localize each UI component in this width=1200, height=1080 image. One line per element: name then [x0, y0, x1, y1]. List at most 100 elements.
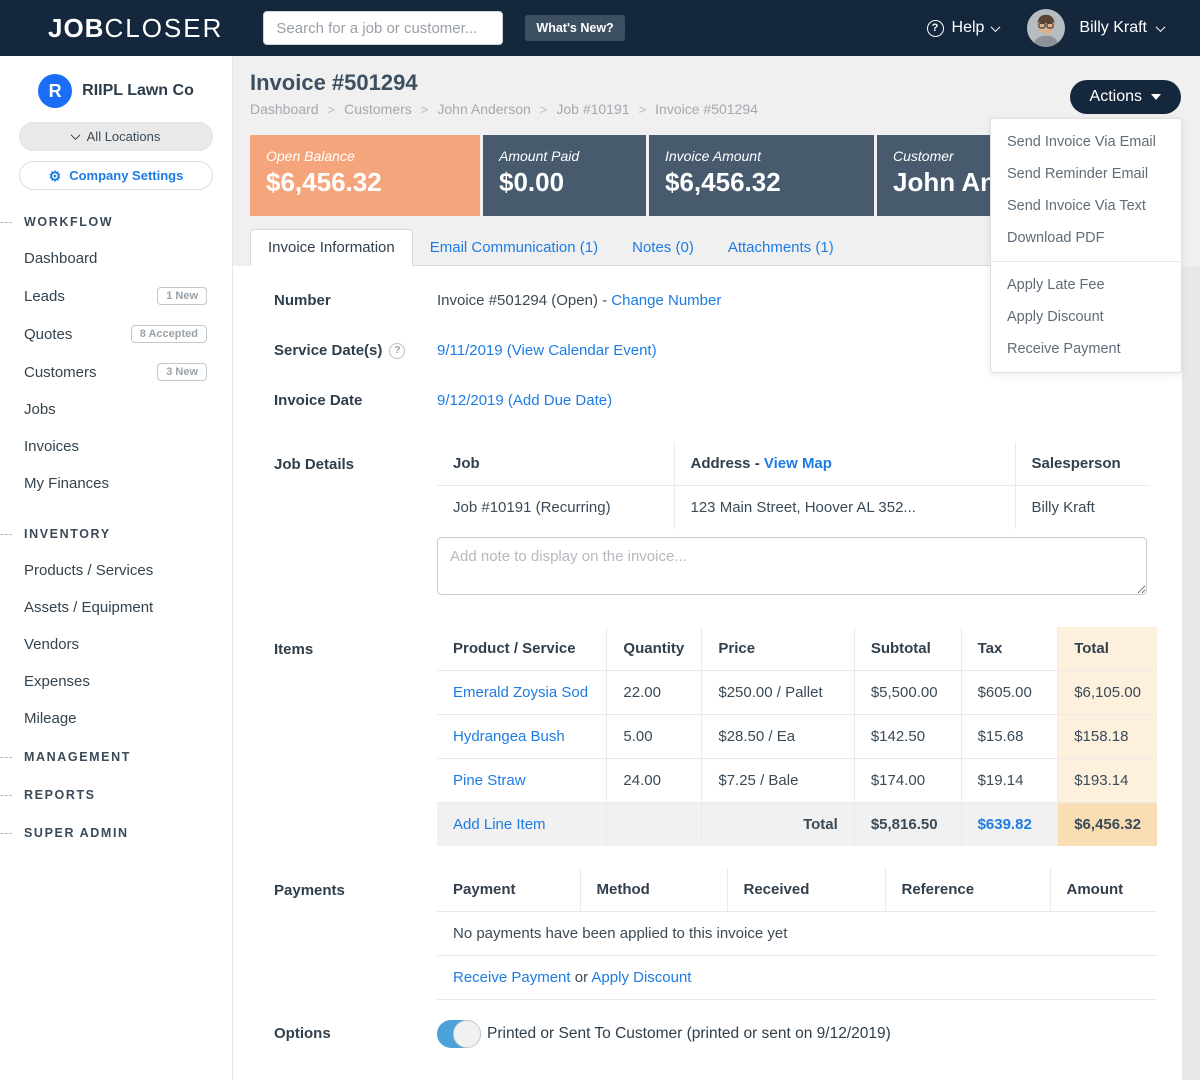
price-cell: $28.50 / Ea [702, 715, 854, 759]
add-line-item-link[interactable]: Add Line Item [453, 816, 546, 833]
card-label: Invoice Amount [665, 148, 858, 164]
settings-label: Company Settings [69, 168, 183, 183]
locations-selector[interactable]: All Locations [19, 122, 213, 151]
card-value: $0.00 [499, 167, 630, 198]
customers-badge: 3 New [157, 363, 207, 381]
sidebar-item-assets-equipment[interactable]: Assets / Equipment [0, 589, 232, 626]
subtotal-cell: $5,500.00 [854, 671, 961, 715]
tab-invoice-information[interactable]: Invoice Information [250, 229, 413, 266]
invoice-information-panel: Number Invoice #501294 (Open) - Change N… [233, 266, 1182, 1080]
page-title: Invoice #501294 [250, 70, 1182, 96]
sidebar-item-label: Products / Services [24, 562, 153, 579]
printed-sent-toggle[interactable] [437, 1020, 481, 1048]
leads-badge: 1 New [157, 287, 207, 305]
payments-header-row: Payment Method Received Reference Amount [437, 868, 1157, 912]
number-label: Number [274, 292, 437, 309]
items-footer-row: Add Line Item Total $5,816.50 $639.82 $6… [437, 803, 1157, 847]
job-column-header: Job [437, 442, 674, 486]
sidebar-item-dashboard[interactable]: Dashboard [0, 240, 232, 277]
breadcrumb-dashboard[interactable]: Dashboard [250, 101, 319, 117]
sidebar-item-vendors[interactable]: Vendors [0, 626, 232, 663]
menu-item-send-invoice-email[interactable]: Send Invoice Via Email [991, 126, 1181, 158]
salesperson-column-header: Salesperson [1015, 442, 1150, 486]
change-number-link[interactable]: Change Number [611, 292, 721, 309]
product-service-header: Product / Service [437, 627, 607, 671]
user-name: Billy Kraft [1079, 19, 1147, 37]
product-link[interactable]: Emerald Zoysia Sod [453, 684, 588, 701]
whats-new-button[interactable]: What's New? [525, 15, 624, 41]
actions-dropdown-menu: Send Invoice Via Email Send Reminder Ema… [990, 118, 1182, 373]
sidebar-item-leads[interactable]: Leads1 New [0, 277, 232, 315]
tab-attachments[interactable]: Attachments (1) [711, 230, 851, 265]
total-tax-link[interactable]: $639.82 [978, 816, 1032, 833]
items-row: Items Product / Service Quantity Price S… [274, 627, 1157, 846]
sidebar-section-super-admin[interactable]: SUPER ADMIN [0, 815, 232, 851]
sidebar-section-workflow[interactable]: WORKFLOW [0, 204, 232, 240]
product-link[interactable]: Hydrangea Bush [453, 728, 565, 745]
sidebar-item-label: My Finances [24, 475, 109, 492]
item-row: Emerald Zoysia Sod 22.00 $250.00 / Palle… [437, 671, 1157, 715]
app-logo[interactable]: JOBCLOSER [48, 13, 223, 44]
product-link[interactable]: Pine Straw [453, 772, 526, 789]
sidebar-section-reports[interactable]: REPORTS [0, 777, 232, 813]
logo-bold: JOB [48, 13, 104, 43]
or-text: or [575, 969, 588, 986]
menu-item-send-reminder-email[interactable]: Send Reminder Email [991, 158, 1181, 190]
menu-item-apply-late-fee[interactable]: Apply Late Fee [991, 269, 1181, 301]
tab-email-communication[interactable]: Email Communication (1) [413, 230, 615, 265]
sidebar-item-label: Mileage [24, 710, 77, 727]
sidebar-item-products-services[interactable]: Products / Services [0, 552, 232, 589]
sidebar-item-label: Assets / Equipment [24, 599, 153, 616]
invoice-note-textarea[interactable] [437, 537, 1147, 595]
breadcrumb-invoice: Invoice #501294 [655, 101, 758, 117]
invoice-date-link[interactable]: 9/12/2019 (Add Due Date) [437, 392, 612, 409]
sidebar-item-my-finances[interactable]: My Finances [0, 465, 232, 502]
help-menu[interactable]: ? Help [927, 19, 1000, 37]
card-label: Open Balance [266, 148, 464, 164]
sidebar-item-label: Customers [24, 364, 97, 381]
sidebar-item-label: Quotes [24, 326, 72, 343]
breadcrumb-customers[interactable]: Customers [344, 101, 412, 117]
invoice-number-value: Invoice #501294 (Open) - [437, 292, 607, 309]
toggle-knob [453, 1020, 481, 1048]
breadcrumb: Dashboard > Customers > John Anderson > … [250, 101, 1182, 117]
breadcrumb-customer-name[interactable]: John Anderson [437, 101, 530, 117]
invoice-date-row: Invoice Date 9/12/2019 (Add Due Date) [274, 392, 1157, 409]
breadcrumb-job[interactable]: Job #10191 [556, 101, 629, 117]
sidebar-item-jobs[interactable]: Jobs [0, 391, 232, 428]
company-settings-button[interactable]: ⚙ Company Settings [19, 161, 213, 190]
view-map-link[interactable]: View Map [764, 455, 832, 472]
chevron-down-icon [991, 22, 1001, 32]
item-row: Hydrangea Bush 5.00 $28.50 / Ea $142.50 … [437, 715, 1157, 759]
sidebar-item-expenses[interactable]: Expenses [0, 663, 232, 700]
sidebar-section-management[interactable]: MANAGEMENT [0, 739, 232, 775]
user-avatar[interactable] [1027, 9, 1065, 47]
sidebar: R RIIPL Lawn Co All Locations ⚙ Company … [0, 56, 233, 1080]
sidebar-item-quotes[interactable]: Quotes8 Accepted [0, 315, 232, 353]
receive-payment-link[interactable]: Receive Payment [453, 969, 571, 986]
quantity-header: Quantity [607, 627, 702, 671]
price-cell: $250.00 / Pallet [702, 671, 854, 715]
breadcrumb-separator: > [540, 102, 548, 117]
sidebar-item-invoices[interactable]: Invoices [0, 428, 232, 465]
breadcrumb-separator: > [328, 102, 336, 117]
card-label: Amount Paid [499, 148, 630, 164]
sidebar-item-customers[interactable]: Customers 3 New [0, 353, 232, 391]
menu-item-apply-discount[interactable]: Apply Discount [991, 301, 1181, 333]
service-date-link[interactable]: 9/11/2019 (View Calendar Event) [437, 342, 657, 359]
menu-item-send-invoice-text[interactable]: Send Invoice Via Text [991, 190, 1181, 222]
user-menu[interactable]: Billy Kraft [1079, 19, 1164, 37]
search-input[interactable] [263, 11, 503, 45]
navbar-right: ? Help Billy Kraft [927, 9, 1164, 47]
sidebar-item-mileage[interactable]: Mileage [0, 700, 232, 737]
received-header: Received [727, 868, 885, 912]
menu-item-receive-payment[interactable]: Receive Payment [991, 333, 1181, 365]
menu-item-download-pdf[interactable]: Download PDF [991, 222, 1181, 254]
apply-discount-link[interactable]: Apply Discount [591, 969, 691, 986]
tax-header: Tax [961, 627, 1058, 671]
sidebar-section-inventory[interactable]: INVENTORY [0, 516, 232, 552]
help-tooltip-icon[interactable]: ? [389, 343, 405, 359]
actions-button[interactable]: Actions [1070, 80, 1181, 114]
tab-notes[interactable]: Notes (0) [615, 230, 711, 265]
invoice-amount-card: Invoice Amount $6,456.32 [649, 135, 874, 216]
